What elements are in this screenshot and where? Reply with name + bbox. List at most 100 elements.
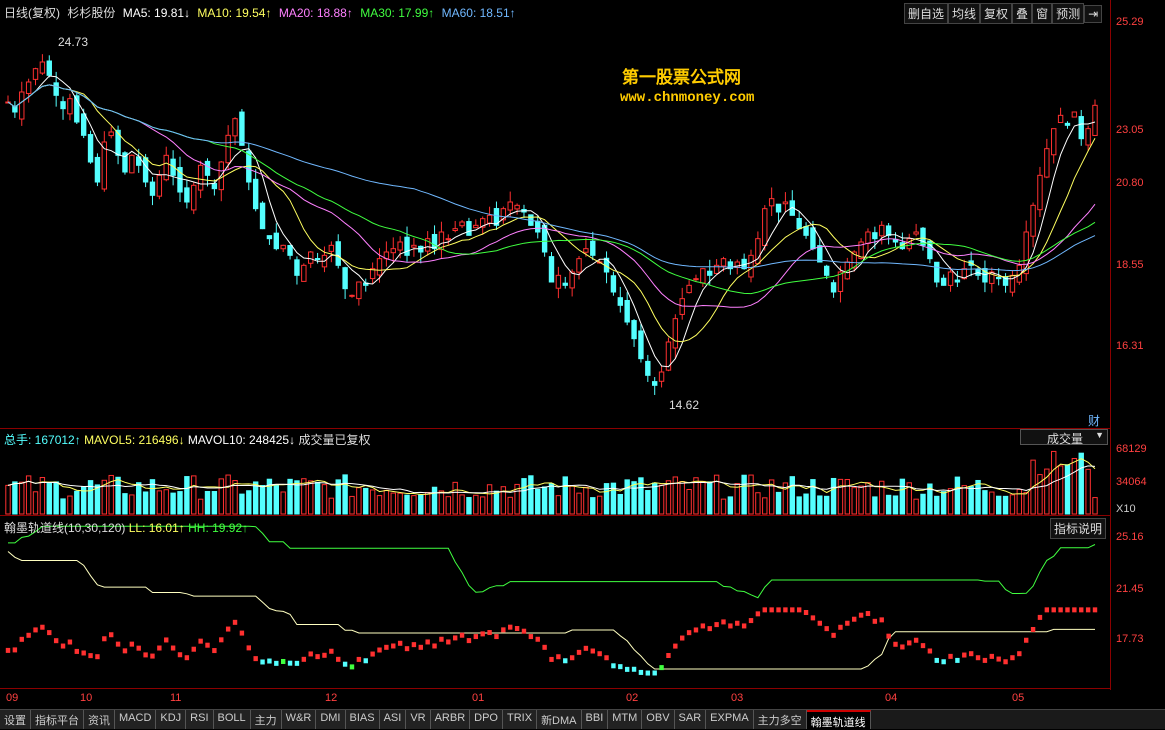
tab-17[interactable]: BBI: [581, 710, 609, 729]
volume-select[interactable]: 成交量 ▼: [1020, 429, 1108, 446]
tab-13[interactable]: ARBR: [430, 710, 471, 729]
tab-14[interactable]: DPO: [470, 710, 503, 729]
volume-bar: [418, 494, 424, 515]
candle-body: [1037, 174, 1043, 211]
indicator-bar: [122, 648, 128, 654]
indicator-bar: [143, 652, 148, 658]
indicator-bar: [604, 655, 609, 661]
indicator-bar: [714, 622, 719, 628]
tab-22[interactable]: 主力多空: [753, 710, 807, 729]
volume-bar: [1016, 488, 1023, 515]
indicator-bar: [817, 620, 823, 626]
volume-bar: [246, 490, 252, 515]
tab-23[interactable]: 翰墨轨道线: [806, 710, 871, 729]
volume-bar: [541, 486, 548, 515]
volume-bar: [954, 476, 961, 515]
volume-bar: [280, 491, 286, 515]
volume-bar: [438, 490, 445, 515]
expand-icon[interactable]: ⇥: [1084, 5, 1103, 23]
tab-6[interactable]: BOLL: [213, 710, 251, 729]
volume-bar: [404, 494, 410, 515]
indicator-bar: [1072, 607, 1077, 613]
finance-icon[interactable]: 财: [1088, 412, 1100, 429]
chart-canvas[interactable]: [0, 0, 1110, 690]
tab-0[interactable]: 设置: [0, 710, 31, 729]
x-tick: 05: [1012, 692, 1025, 704]
candle-body: [335, 241, 341, 266]
tab-1[interactable]: 指标平台: [31, 710, 84, 729]
indicator-bar: [686, 630, 692, 636]
indicator-bar: [322, 652, 327, 658]
indicator-bar: [294, 660, 300, 666]
indicator-bar: [735, 620, 740, 626]
chevron-down-icon: ▼: [1095, 430, 1104, 440]
indicator-bar: [968, 651, 974, 657]
indicator-bar: [962, 652, 967, 658]
volume-bar: [314, 481, 321, 515]
volume-bar: [363, 487, 369, 515]
tab-16[interactable]: 新DMA: [537, 710, 582, 729]
indicator-bar: [191, 646, 196, 652]
tab-7[interactable]: 主力: [250, 710, 282, 729]
indicator-help-button[interactable]: 指标说明: [1050, 518, 1107, 539]
x-tick: 11: [170, 692, 182, 704]
tab-10[interactable]: BIAS: [345, 710, 380, 729]
ma-button[interactable]: 均线: [948, 3, 981, 24]
volume-bar: [1009, 494, 1016, 515]
candle-body: [803, 225, 809, 236]
adjust-button[interactable]: 复权: [980, 3, 1013, 24]
indicator-bar: [783, 607, 788, 613]
tab-18[interactable]: MTM: [608, 710, 643, 729]
candle-body: [87, 134, 94, 163]
period-label[interactable]: 日线(复权): [4, 6, 60, 20]
candle-body: [693, 278, 699, 281]
tab-20[interactable]: SAR: [674, 710, 707, 729]
volume-bar: [1002, 495, 1009, 515]
overlay-button[interactable]: 叠: [1012, 3, 1033, 24]
candle-body: [397, 241, 403, 251]
candle-body: [266, 235, 273, 240]
tab-4[interactable]: KDJ: [156, 710, 187, 729]
tab-2[interactable]: 资讯: [84, 710, 115, 729]
candle-body: [823, 265, 830, 276]
tab-9[interactable]: DMI: [316, 710, 346, 729]
candle-body: [308, 251, 314, 264]
ma20-label: MA20: 18.88↑: [278, 6, 353, 20]
tab-21[interactable]: EXPMA: [706, 710, 754, 729]
tab-3[interactable]: MACD: [115, 710, 157, 729]
candle-body: [390, 248, 396, 254]
candle-body: [294, 259, 300, 276]
volume-bar: [548, 483, 555, 515]
volume-bar: [823, 495, 830, 515]
volume-bar: [596, 495, 603, 515]
tab-5[interactable]: RSI: [186, 710, 214, 729]
indicator-name[interactable]: 翰墨轨道线(10,30,120): [4, 521, 125, 535]
indicator-bar: [535, 636, 540, 642]
window-button[interactable]: 窗: [1032, 3, 1053, 24]
volume-bar: [507, 496, 513, 515]
volume-bar: [844, 479, 851, 515]
tab-19[interactable]: OBV: [642, 710, 675, 729]
volume-bar: [369, 489, 376, 515]
indicator-bar: [246, 645, 251, 651]
remove-favorite-button[interactable]: 删自选: [904, 3, 949, 24]
tab-8[interactable]: W&R: [281, 710, 317, 729]
indicator-bar: [1044, 607, 1050, 613]
candle-body: [590, 240, 596, 256]
tab-11[interactable]: ASI: [379, 710, 407, 729]
indicator-bar: [858, 612, 864, 618]
volume-bar: [851, 487, 857, 515]
price-toolbar: 删自选 均线 复权叠窗预测 ⇥: [904, 3, 1103, 24]
x-tick: 12: [325, 692, 338, 704]
indicator-bar: [872, 618, 878, 624]
indicator-bar: [996, 656, 1001, 662]
indicator-bar: [673, 643, 678, 649]
tab-12[interactable]: VR: [406, 710, 431, 729]
vol-scale: X10: [1116, 503, 1136, 515]
indicator-bar: [397, 640, 403, 646]
forecast-button[interactable]: 预测: [1052, 3, 1085, 24]
indicator-bar: [576, 649, 582, 655]
ind-tick: 17.73: [1116, 633, 1144, 645]
tab-15[interactable]: TRIX: [503, 710, 538, 729]
candle-body: [452, 228, 458, 231]
